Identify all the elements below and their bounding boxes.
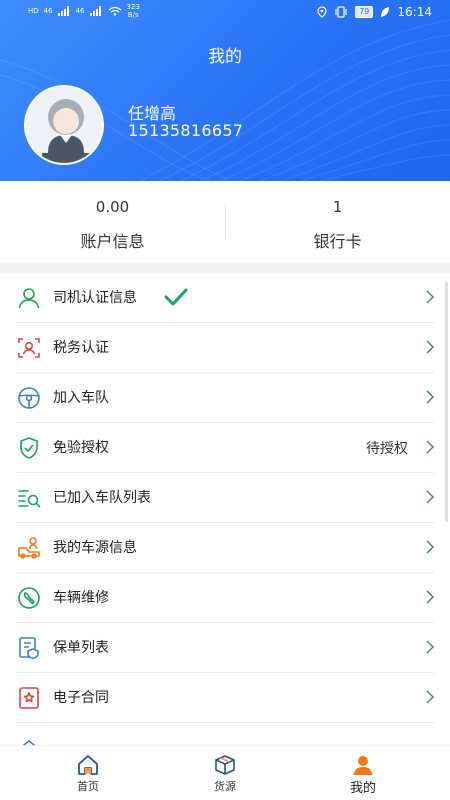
menu-item-my-vehicle-info[interactable]: 我的车源信息: [0, 523, 450, 573]
network-badge-4g: 46: [43, 7, 53, 15]
section-gap: [0, 263, 450, 273]
menu-item-join-fleet[interactable]: 加入车队: [0, 373, 450, 423]
menu-list: 司机认证信息 税务认证 加入车队 免验授权 待授权 已加入车队列表 我的车源信息: [0, 273, 450, 745]
verified-check-icon: [164, 288, 188, 306]
authorization-status: 待授权: [366, 441, 408, 457]
scrollbar[interactable]: [445, 282, 448, 522]
shield-check-icon: [20, 437, 38, 459]
home-icon: [78, 755, 98, 775]
truck-person-icon: [18, 537, 40, 559]
bank-card-stat[interactable]: 1 银行卡: [225, 181, 450, 263]
menu-item-label: 免验授权: [53, 440, 109, 456]
box-icon: [215, 755, 235, 775]
profile-header: HD 46 46 323 B/s 79 16:14 我的 任增高 1513581…: [0, 0, 450, 181]
network-badge-hd: HD: [28, 7, 39, 15]
network-speed-unit: B/s: [127, 11, 139, 19]
menu-item-tax-certification[interactable]: 税务认证: [0, 323, 450, 373]
menu-item-label: 车辆维修: [53, 590, 109, 606]
chevron-right-icon: [426, 490, 434, 504]
scan-face-icon: [18, 338, 40, 358]
search-list-icon: [18, 490, 41, 508]
chevron-right-icon: [426, 340, 434, 354]
location-icon: [317, 6, 327, 18]
status-bar: HD 46 46 323 B/s 79 16:14: [0, 0, 450, 26]
network-speed-value: 323: [126, 3, 140, 11]
bank-card-count: 1: [332, 198, 343, 216]
avatar[interactable]: [24, 85, 104, 165]
user-phone: 15135816657: [128, 121, 244, 140]
chevron-right-icon: [426, 290, 434, 304]
account-info-stat[interactable]: 0.00 账户信息: [0, 181, 225, 263]
network-speed: 323 B/s: [127, 3, 140, 19]
menu-item-driver-certification[interactable]: 司机认证信息: [0, 273, 450, 323]
steering-wheel-icon: [18, 387, 40, 409]
battery-level: 79: [355, 6, 374, 18]
tab-label: 首页: [77, 780, 99, 793]
menu-item-label: 电子合同: [53, 690, 109, 706]
policy-icon: [19, 637, 39, 660]
network-badge-4g-2: 46: [75, 7, 85, 15]
clock: 16:14: [397, 5, 432, 19]
menu-item-label: 加入车队: [53, 390, 109, 406]
tab-mine[interactable]: 我的: [288, 746, 438, 800]
wrench-icon: [18, 587, 40, 609]
account-info-label: 账户信息: [80, 232, 145, 251]
chevron-right-icon: [426, 440, 434, 454]
tab-cargo[interactable]: 货源: [150, 746, 300, 800]
signal-icon-2: [89, 6, 101, 16]
page-title: 我的: [208, 47, 242, 67]
menu-item-exempt-authorization[interactable]: 免验授权 待授权: [0, 423, 450, 473]
leaf-icon: [381, 7, 390, 17]
bank-card-label: 银行卡: [313, 232, 362, 251]
chevron-right-icon: [426, 390, 434, 404]
chevron-right-icon: [426, 690, 434, 704]
tab-label: 货源: [214, 780, 236, 793]
vibrate-icon: [335, 6, 347, 18]
menu-item-policy-list[interactable]: 保单列表: [0, 623, 450, 673]
chevron-right-icon: [426, 590, 434, 604]
bottom-tab-bar: 首页 货源 我的: [0, 745, 450, 800]
menu-item-label: 已加入车队列表: [53, 490, 151, 506]
partial-icon: [22, 739, 36, 745]
account-balance-value: 0.00: [95, 198, 130, 216]
person-icon: [18, 288, 40, 309]
chevron-right-icon: [426, 540, 434, 554]
menu-item-label: 司机认证信息: [53, 290, 137, 306]
menu-item-label: 税务认证: [53, 340, 109, 356]
user-icon: [353, 756, 373, 775]
account-stats: 0.00 账户信息 1 银行卡: [0, 181, 450, 263]
menu-item-joined-fleet-list[interactable]: 已加入车队列表: [0, 473, 450, 523]
chevron-right-icon: [426, 640, 434, 654]
menu-item-label: 保单列表: [53, 640, 109, 656]
tab-home[interactable]: 首页: [13, 746, 163, 800]
tab-label: 我的: [349, 781, 376, 796]
menu-item-e-contract[interactable]: 电子合同: [0, 673, 450, 723]
signal-icon: [57, 6, 69, 16]
menu-item-label: 我的车源信息: [53, 540, 137, 556]
wifi-icon: [108, 6, 121, 16]
contract-icon: [19, 687, 39, 709]
menu-item-vehicle-repair[interactable]: 车辆维修: [0, 573, 450, 623]
menu-item-partial[interactable]: [0, 723, 450, 745]
